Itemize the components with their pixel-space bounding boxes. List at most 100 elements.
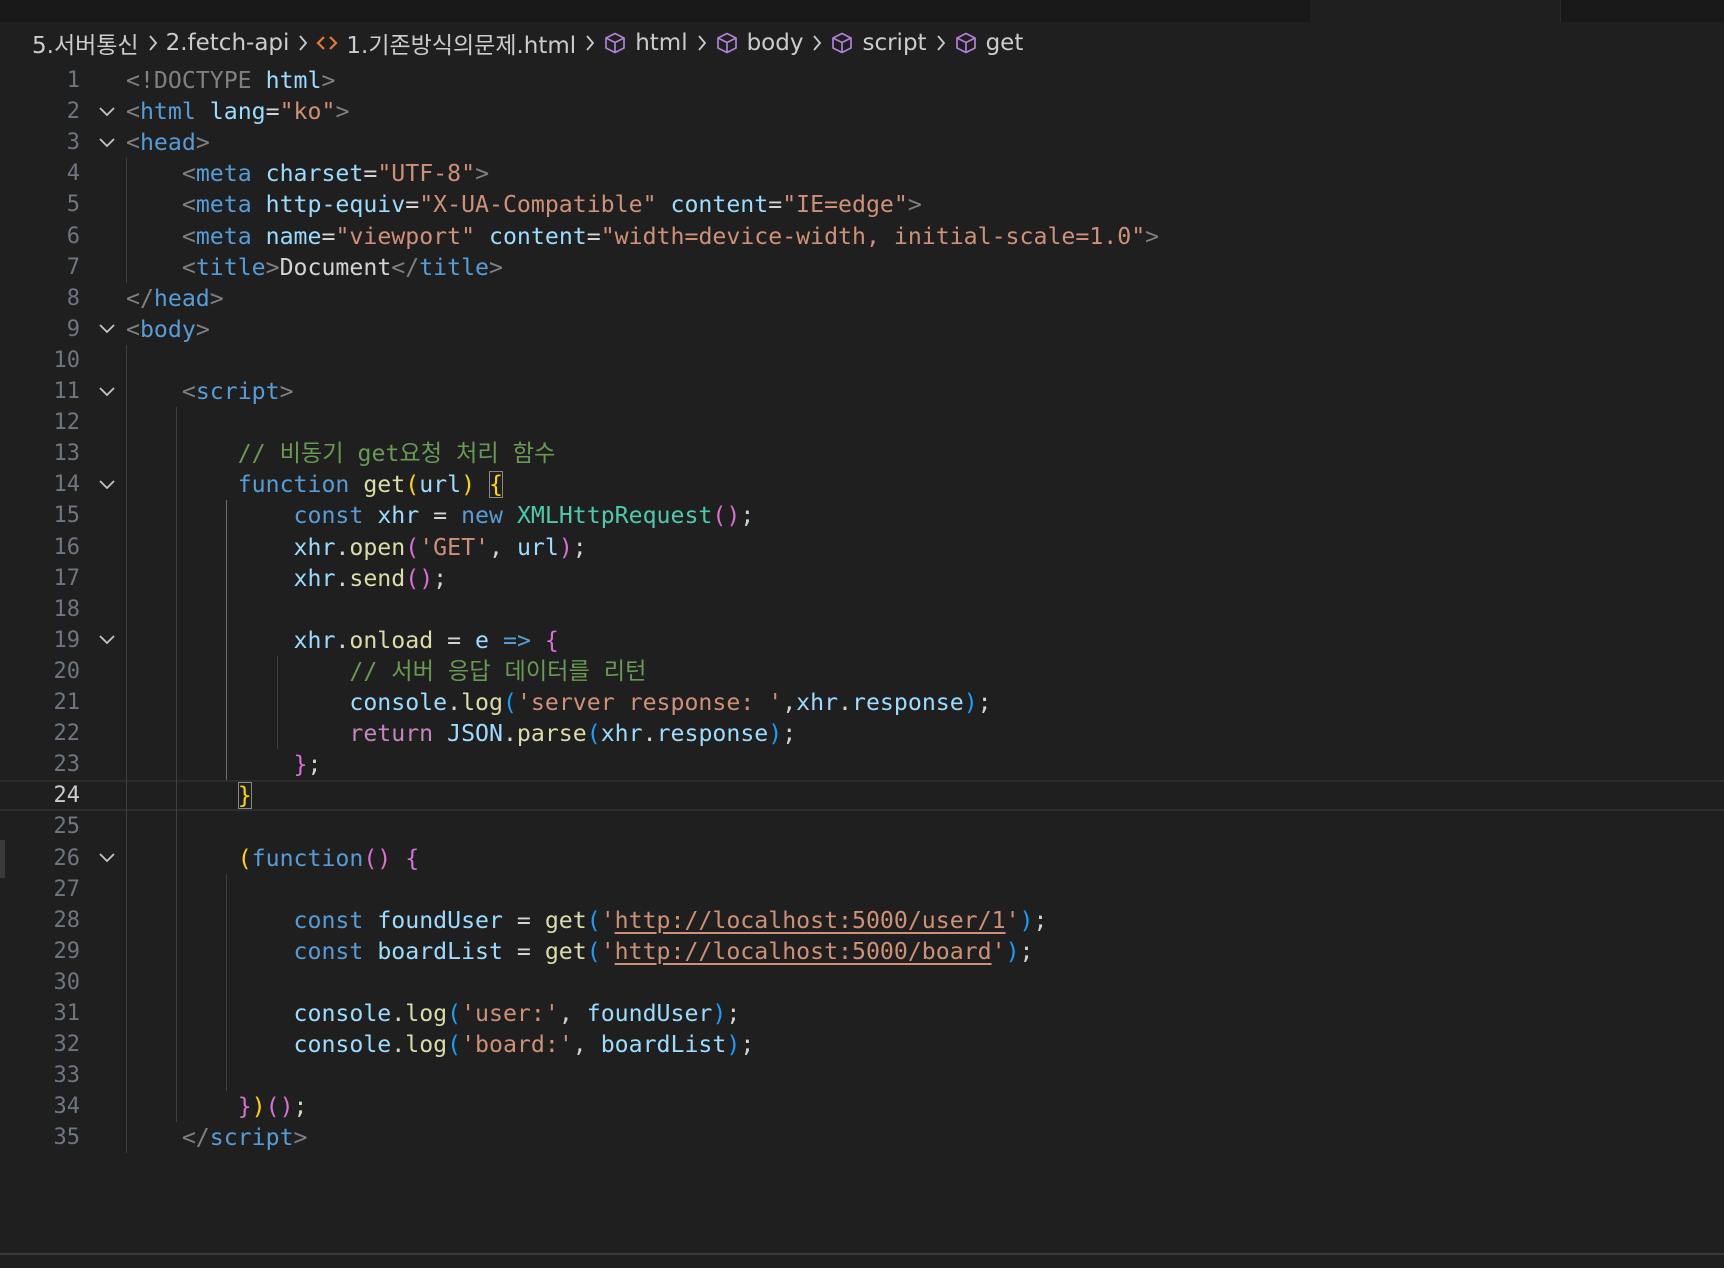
tab[interactable]	[950, 0, 1311, 23]
code-line[interactable]: 26 (function() {	[0, 843, 1724, 874]
code-token: ()	[363, 844, 392, 872]
code-token: meta	[195, 160, 252, 188]
code-line[interactable]: 34 })();	[0, 1091, 1724, 1122]
code-line[interactable]: 20 // 서버 응답 데이터를 리턴	[0, 656, 1724, 687]
line-number: 12	[53, 410, 81, 436]
code-text: xhr.open('GET', url);	[126, 532, 587, 563]
code-token: console	[293, 1000, 392, 1027]
code-token: =	[768, 191, 783, 219]
code-token: <	[181, 160, 196, 188]
code-line[interactable]: 10	[0, 345, 1724, 376]
line-number: 10	[53, 347, 81, 373]
code-line[interactable]: 31 console.log('user:', foundUser);	[0, 998, 1724, 1029]
fold-chevron-icon[interactable]	[96, 469, 118, 500]
code-token: 'user:'	[461, 1000, 559, 1027]
code-token: <	[181, 253, 196, 281]
code-token: >	[195, 129, 210, 157]
code-line[interactable]: 8 </head>	[0, 283, 1724, 314]
code-token: ()	[265, 1093, 294, 1121]
code-token: =	[419, 502, 462, 530]
code-token: log	[461, 689, 503, 716]
tab[interactable]	[0, 0, 521, 23]
fold-chevron-icon[interactable]	[96, 376, 118, 407]
code-line[interactable]: 35 </script>	[0, 1122, 1724, 1153]
breadcrumb-item[interactable]: html	[603, 30, 688, 56]
code-token: )	[1019, 906, 1034, 934]
code-line[interactable]: 1 <!DOCTYPE html>	[0, 65, 1724, 96]
code-line[interactable]: 29 const boardList = get('http://localho…	[0, 936, 1724, 967]
code-line[interactable]: 11 <script>	[0, 376, 1724, 407]
horizontal-scrollbar[interactable]	[0, 1253, 1724, 1268]
code-line[interactable]: 14 function get(url) {	[0, 469, 1724, 500]
code-token: http://localhost:5000/user/1	[614, 906, 1006, 934]
code-token: console	[349, 689, 448, 716]
code-token: ,	[558, 1000, 587, 1027]
code-line[interactable]: 3 <head>	[0, 127, 1724, 158]
code-token: log	[405, 1031, 448, 1059]
fold-chevron-icon[interactable]	[96, 843, 118, 874]
code-line[interactable]: 2 <html lang="ko">	[0, 96, 1724, 127]
fold-chevron-icon[interactable]	[96, 314, 118, 345]
line-number: 17	[53, 565, 81, 591]
code-token: ;	[726, 1000, 741, 1027]
code-line[interactable]: 23 };	[0, 749, 1724, 780]
code-line[interactable]: 19 xhr.onload = e => {	[0, 625, 1724, 656]
breadcrumb-item[interactable]: 5.서버통신	[32, 26, 139, 60]
fold-chevron-icon[interactable]	[96, 127, 118, 158]
code-line[interactable]: 12	[0, 407, 1724, 438]
code-token: get	[544, 906, 587, 934]
breadcrumb: 5.서버통신 2.fetch-api 1.기존방식의문제.html html body s…	[0, 22, 1724, 64]
code-token: (	[502, 689, 517, 716]
code-line[interactable]: 22 return JSON.parse(xhr.response);	[0, 718, 1724, 749]
tab[interactable]	[520, 0, 951, 23]
code-line[interactable]: 27	[0, 874, 1724, 905]
breadcrumb-item[interactable]: 1.기존방식의문제.html	[316, 26, 576, 60]
code-editor[interactable]: 1 <!DOCTYPE html> 2 <html lang="ko"> 3 <head>…	[0, 64, 1724, 1253]
code-text: </head>	[126, 283, 224, 314]
fold-chevron-icon[interactable]	[96, 625, 118, 656]
code-line[interactable]: 18	[0, 594, 1724, 625]
code-token: }	[293, 751, 308, 779]
code-line[interactable]: 30	[0, 967, 1724, 998]
breadcrumb-item[interactable]: 2.fetch-api	[166, 30, 290, 56]
tab[interactable]	[1310, 0, 1561, 23]
code-token: meta	[195, 191, 252, 219]
code-token: <	[126, 98, 140, 126]
code-line[interactable]: 24 }	[0, 780, 1724, 812]
code-text: <meta http-equiv="X-UA-Compatible" conte…	[126, 189, 922, 220]
code-token: ;	[782, 720, 797, 748]
line-number: 18	[53, 596, 81, 622]
code-token: '	[991, 937, 1006, 965]
code-text: console.log('user:', foundUser);	[126, 998, 741, 1029]
code-line[interactable]: 32 console.log('board:', boardList);	[0, 1029, 1724, 1060]
code-line[interactable]: 5 <meta http-equiv="X-UA-Compatible" con…	[0, 189, 1724, 220]
breadcrumb-item[interactable]: body	[715, 30, 803, 56]
code-line[interactable]: 9 <body>	[0, 314, 1724, 345]
code-token: >	[335, 98, 350, 126]
code-line[interactable]: 28 const foundUser = get('http://localho…	[0, 905, 1724, 936]
code-line[interactable]: 16 xhr.open('GET', url);	[0, 532, 1724, 563]
code-token: boardList	[377, 937, 503, 965]
chevron-right-icon	[147, 34, 159, 52]
code-line[interactable]: 6 <meta name="viewport" content="width=d…	[0, 221, 1724, 252]
code-line[interactable]: 13 // 비동기 get요청 처리 함수	[0, 438, 1724, 469]
code-token: ()	[405, 564, 434, 592]
code-line[interactable]: 21 console.log('server response: ',xhr.r…	[0, 687, 1724, 718]
code-token: )	[726, 1031, 741, 1059]
code-token: xhr	[293, 564, 336, 592]
fold-chevron-icon[interactable]	[96, 96, 118, 127]
code-line[interactable]: 15 const xhr = new XMLHttpRequest();	[0, 500, 1724, 531]
breadcrumb-item[interactable]: script	[830, 30, 927, 56]
code-token: (	[405, 471, 420, 499]
breadcrumb-item[interactable]: get	[954, 30, 1023, 56]
code-text: const boardList = get('http://localhost:…	[126, 936, 1034, 967]
code-line[interactable]: 33	[0, 1060, 1724, 1091]
code-line[interactable]: 4 <meta charset="UTF-8">	[0, 158, 1724, 189]
line-number: 7	[66, 254, 80, 280]
code-line[interactable]: 25	[0, 811, 1724, 842]
code-line[interactable]: 17 xhr.send();	[0, 563, 1724, 594]
code-line[interactable]: 7 <title>Document</title>	[0, 252, 1724, 283]
